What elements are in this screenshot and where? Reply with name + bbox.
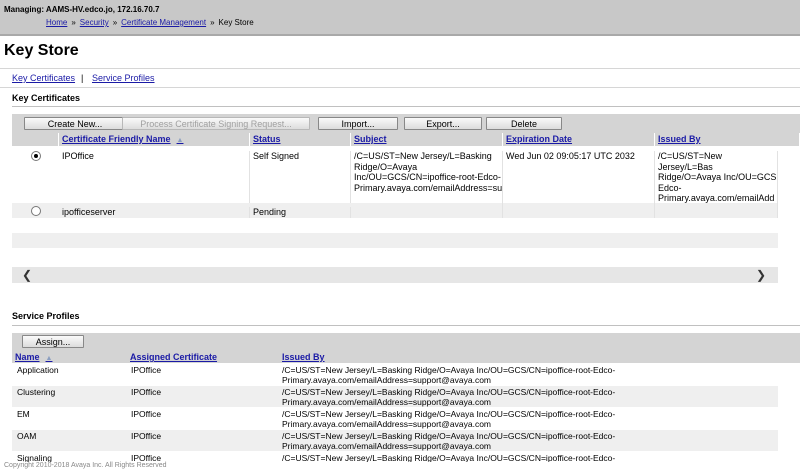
sp-name: Application: [17, 365, 59, 375]
col-expiration[interactable]: Expiration Date: [503, 133, 655, 146]
table-row[interactable]: Clustering IPOffice /C=US/ST=New Jersey/…: [12, 386, 778, 407]
managing-label: Managing: AAMS-HV.edco.jo, 172.16.70.7: [4, 5, 160, 14]
top-header: Managing: AAMS-HV.edco.jo, 172.16.70.7 H…: [0, 0, 800, 36]
table-row[interactable]: Application IPOffice /C=US/ST=New Jersey…: [12, 364, 778, 385]
table-row[interactable]: ipofficeserver Pending: [12, 203, 778, 218]
link-service-profiles[interactable]: Service Profiles: [92, 73, 155, 83]
import-button[interactable]: Import...: [318, 117, 398, 130]
sp-col-assigned-cert[interactable]: Assigned Certificate: [127, 351, 279, 363]
link-separator: |: [81, 73, 84, 83]
breadcrumb-home[interactable]: Home: [46, 18, 67, 27]
sp-name: Signaling: [17, 453, 52, 462]
sp-certificate: IPOffice: [131, 365, 162, 375]
sort-asc-icon: ▲: [176, 137, 184, 144]
cert-subject: /C=US/ST=New Jersey/L=Basking Ridge/O=Av…: [351, 151, 503, 203]
sp-certificate: IPOffice: [131, 431, 162, 441]
col-status[interactable]: Status: [250, 133, 351, 146]
table-row[interactable]: Signaling IPOffice /C=US/ST=New Jersey/L…: [12, 452, 778, 462]
table-row[interactable]: OAM IPOffice /C=US/ST=New Jersey/L=Baski…: [12, 430, 778, 451]
sp-issued-by: /C=US/ST=New Jersey/L=Basking Ridge/O=Av…: [282, 453, 616, 462]
page-title: Key Store: [4, 42, 79, 59]
create-new-button[interactable]: Create New...: [24, 117, 126, 130]
sort-asc-icon: ▲: [45, 355, 53, 362]
sp-col-name-label[interactable]: Name: [15, 352, 40, 362]
sp-issued-by: /C=US/ST=New Jersey/L=Basking Ridge/O=Av…: [282, 365, 616, 385]
scroll-right-icon[interactable]: ❯: [756, 268, 766, 282]
cert-name: IPOffice: [59, 151, 250, 203]
sp-name: Clustering: [17, 387, 56, 397]
scroll-left-icon[interactable]: ❮: [22, 268, 32, 282]
empty-row: [12, 218, 778, 233]
cert-subject: [351, 203, 503, 218]
table-row[interactable]: EM IPOffice /C=US/ST=New Jersey/L=Baskin…: [12, 408, 778, 429]
key-certificates-heading: Key Certificates: [12, 93, 81, 103]
service-profiles-heading: Service Profiles: [12, 311, 80, 321]
col-subject[interactable]: Subject: [351, 133, 503, 146]
sp-col-name[interactable]: Name ▲: [12, 351, 127, 363]
cert-status: Pending: [250, 207, 351, 218]
cert-issued-by: [655, 203, 778, 218]
service-profiles-toolbar: Assign...: [12, 333, 800, 351]
sp-name: OAM: [17, 431, 37, 441]
section-divider: [12, 106, 800, 107]
sp-issued-by: /C=US/ST=New Jersey/L=Basking Ridge/O=Av…: [282, 387, 616, 407]
cert-expiration: Wed Jun 02 09:05:17 UTC 2032: [503, 151, 655, 203]
sp-issued-by: /C=US/ST=New Jersey/L=Basking Ridge/O=Av…: [282, 431, 616, 451]
col-issued-by[interactable]: Issued By: [655, 133, 800, 146]
delete-button[interactable]: Delete: [486, 117, 562, 130]
section-links: Key Certificates | Service Profiles: [0, 68, 800, 88]
link-key-certificates[interactable]: Key Certificates: [12, 73, 75, 83]
breadcrumb-security[interactable]: Security: [80, 18, 109, 27]
col-friendly-name[interactable]: Certificate Friendly Name ▲: [59, 133, 250, 146]
col-friendly-name-label[interactable]: Certificate Friendly Name: [62, 134, 171, 144]
sp-name: EM: [17, 409, 30, 419]
cert-name: ipofficeserver: [59, 207, 250, 218]
breadcrumb-current: Key Store: [218, 18, 254, 27]
sp-certificate: IPOffice: [131, 409, 162, 419]
copyright-text: Copyright 2010-2018 Avaya Inc. All Right…: [4, 462, 167, 469]
cert-expiration: [503, 203, 655, 218]
row-radio[interactable]: [31, 151, 41, 161]
horizontal-scrollbar[interactable]: ❮ ❯: [12, 267, 778, 283]
process-csr-button[interactable]: Process Certificate Signing Request...: [122, 117, 310, 130]
sp-certificate: IPOffice: [131, 387, 162, 397]
empty-row: [12, 233, 778, 248]
sp-certificate: IPOffice: [131, 453, 162, 462]
sp-issued-by: /C=US/ST=New Jersey/L=Basking Ridge/O=Av…: [282, 409, 616, 429]
row-radio[interactable]: [31, 206, 41, 216]
key-cert-toolbar: Create New... Process Certificate Signin…: [12, 114, 800, 133]
col-select: [12, 133, 59, 146]
breadcrumb: Home» Security» Certificate Management» Key…: [46, 18, 254, 27]
export-button[interactable]: Export...: [404, 117, 482, 130]
breadcrumb-certificate-management[interactable]: Certificate Management: [121, 18, 206, 27]
section-divider: [12, 325, 800, 326]
sp-col-issued-by[interactable]: Issued By: [279, 351, 800, 363]
assign-button[interactable]: Assign...: [22, 335, 84, 348]
cert-status: Self Signed: [250, 151, 351, 203]
cert-issued-by: /C=US/ST=New Jersey/L=Bas Ridge/O=Avaya …: [655, 151, 778, 203]
